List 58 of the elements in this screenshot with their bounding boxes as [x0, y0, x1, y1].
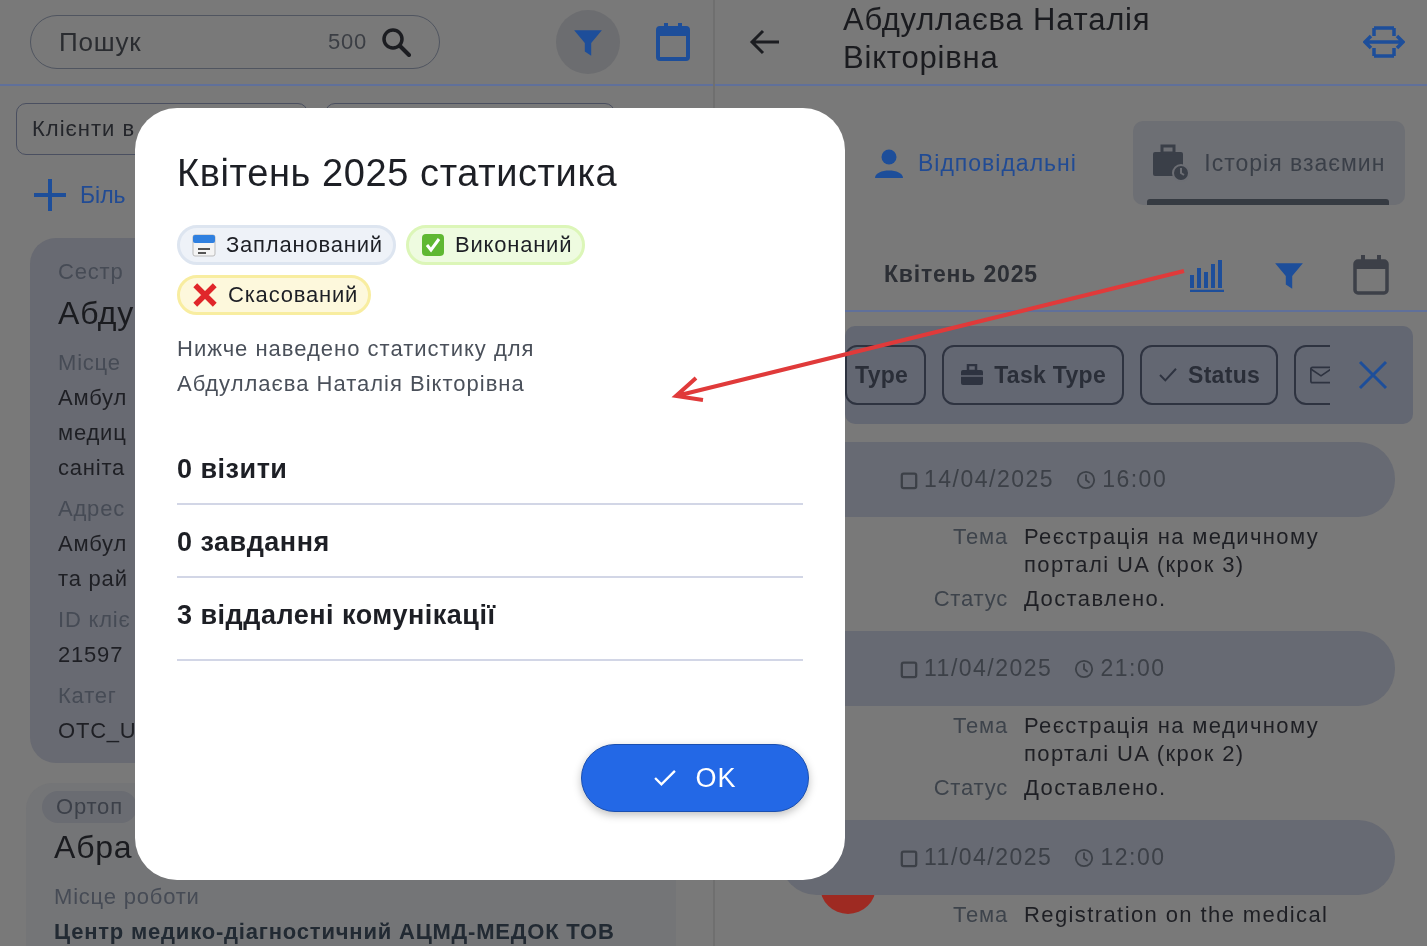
expand-icon[interactable]: [1363, 24, 1405, 60]
clock-icon: [1074, 847, 1095, 868]
status-legend-chip: Виконаний: [405, 225, 586, 265]
field-value: Реєстрація на медичному: [1024, 712, 1321, 740]
field-label: Тема: [952, 523, 1008, 551]
status-legend-chip: Запланований: [177, 225, 396, 265]
status-legend-chip: Скасований: [177, 275, 372, 315]
check-mark-icon: [420, 233, 445, 257]
check-icon: [1158, 367, 1178, 383]
field-value: Registration on the medical: [1024, 901, 1330, 929]
field-value: порталі UA (крок 2): [1024, 740, 1246, 768]
cross-icon: [192, 282, 218, 308]
field-value: Амбул: [58, 384, 128, 412]
dialog-description: Нижче наведено статистику для Абдуллаєва Наталія Вікторівна: [177, 335, 536, 398]
field-value: саніта: [58, 454, 126, 482]
field-value: Центр медико-діагностичний АЦМД-МЕДОК ТОВ: [54, 918, 615, 946]
close-icon[interactable]: [1358, 360, 1388, 390]
ok-button[interactable]: OK: [581, 744, 809, 812]
stat-row: 0 завдання: [177, 527, 803, 578]
person-icon: [874, 148, 904, 178]
add-more-button[interactable]: Біль: [32, 177, 126, 213]
stat-row: 3 віддалені комунікації: [177, 600, 803, 661]
field-value: Доставлено.: [1024, 773, 1168, 802]
filter-chip[interactable]: Status: [1140, 345, 1279, 405]
field-label: Тема: [952, 901, 1008, 929]
calendar-icon: [192, 233, 216, 257]
check-icon: [653, 769, 678, 787]
field-value: 21597: [58, 641, 124, 669]
field-label: Статус: [932, 584, 1008, 613]
clock-icon: [1076, 469, 1097, 490]
briefcase-clock-icon: [1152, 144, 1191, 182]
back-arrow-icon[interactable]: [749, 28, 781, 56]
briefcase-icon: [960, 364, 985, 386]
tab[interactable]: Відповідальні: [870, 121, 1081, 205]
bar-chart-icon[interactable]: [1189, 257, 1225, 292]
field-label: Статус: [932, 773, 1008, 802]
clock-icon: [1074, 658, 1095, 679]
field-value: Амбул: [58, 530, 128, 558]
field-value: медиц: [58, 419, 127, 447]
dialog-title: Квітень 2025 статистика: [177, 152, 618, 195]
field-value: порталі UA (крок 3): [1024, 551, 1246, 579]
stat-row: 0 візити: [177, 454, 803, 505]
field-label: Тема: [952, 712, 1008, 740]
filter-chip[interactable]: Task Type: [942, 345, 1124, 405]
field-value: Реєстрація на медичному: [1024, 523, 1321, 551]
client-name: Абду: [58, 294, 135, 333]
calendar-icon[interactable]: [656, 23, 690, 61]
client-title: Абдуллаєва Наталія Вікторівна: [843, 1, 1152, 77]
result-count: 500: [327, 29, 367, 55]
field-value: OTC_U: [58, 717, 137, 745]
calendar-icon[interactable]: [1353, 254, 1389, 295]
month-label: Квітень 2025: [884, 261, 1038, 288]
field-value: та рай: [58, 565, 128, 593]
search-icon[interactable]: [381, 27, 411, 57]
client-name: Абра: [54, 828, 133, 867]
mail-icon: [1310, 365, 1330, 385]
plus-icon: [32, 177, 68, 213]
field-value: Доставлено.: [1024, 584, 1168, 613]
